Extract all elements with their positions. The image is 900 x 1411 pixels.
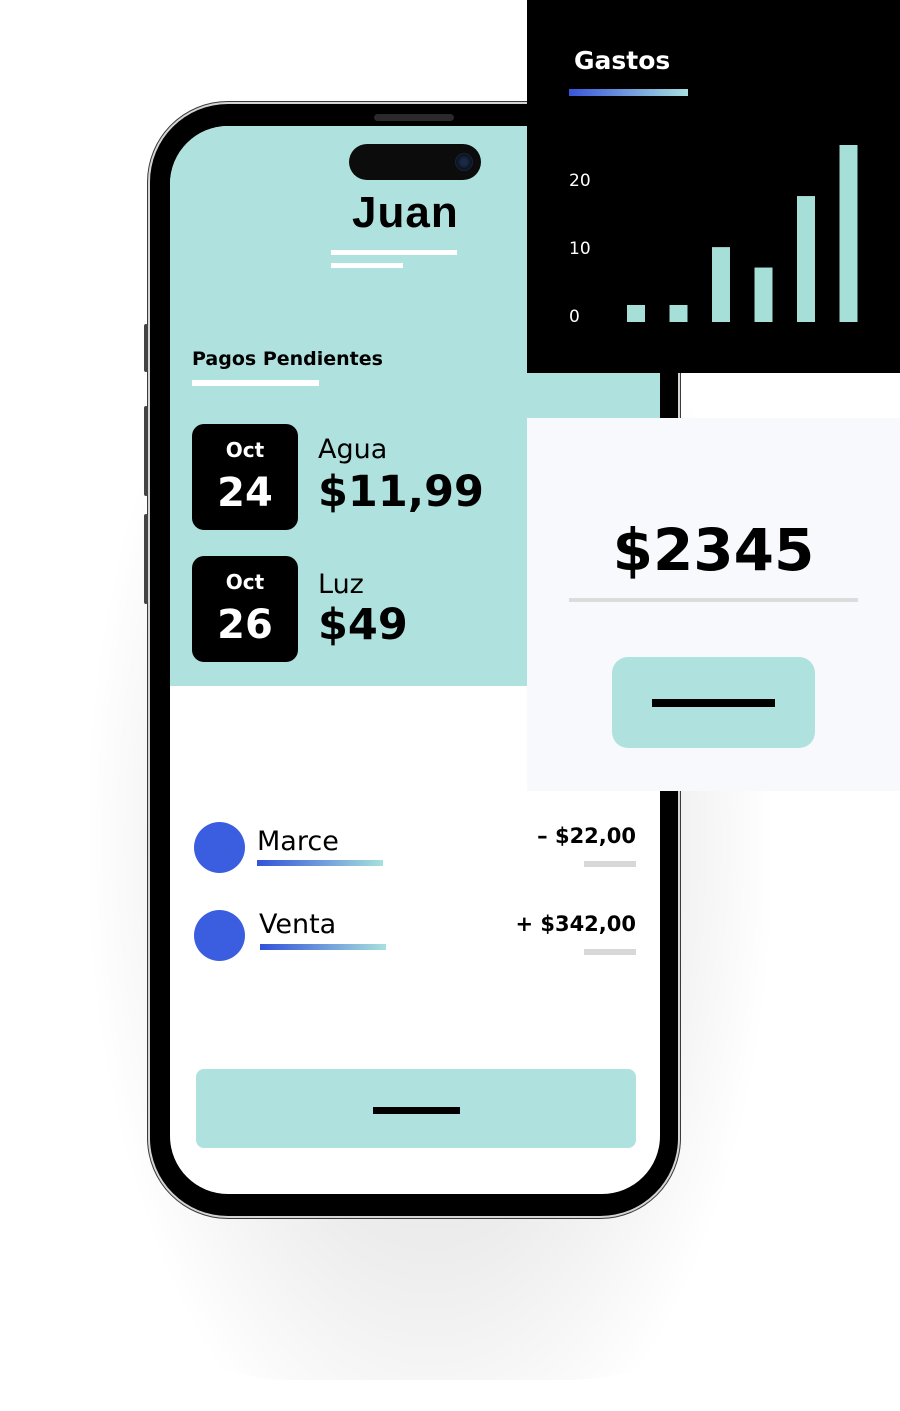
y-tick-label: 0 [569, 307, 580, 327]
name-underline-short [331, 263, 403, 268]
payment-amount: $49 [318, 600, 408, 650]
y-tick-label: 10 [569, 239, 591, 259]
chart-bar [627, 304, 645, 322]
chart-bar [712, 247, 730, 322]
transaction-meta-bar [584, 949, 636, 955]
section-underline [192, 380, 319, 386]
avatar[interactable] [194, 910, 245, 961]
chart-bar [754, 267, 773, 322]
payment-label: Luz [318, 569, 364, 600]
balance-card: $2345 [527, 418, 900, 791]
avatar[interactable] [194, 822, 245, 873]
volume-up-button [144, 406, 148, 496]
transaction-amount: – $22,00 [537, 824, 636, 848]
chart-bar [797, 196, 815, 322]
transaction-name: Venta [259, 909, 337, 940]
y-tick-label: 20 [569, 171, 591, 191]
chart-bar [839, 145, 858, 322]
transaction-underline [260, 944, 386, 950]
chart-bar [669, 304, 688, 322]
user-name: Juan [352, 188, 459, 237]
mute-switch [144, 324, 148, 372]
transaction-amount: + $342,00 [515, 912, 636, 936]
expenses-bar-chart: 0 10 20 [569, 145, 858, 327]
transaction-name: Marce [257, 826, 339, 857]
speaker-slot [374, 114, 454, 121]
payment-month: Oct [225, 438, 265, 462]
pending-payments-title: Pagos Pendientes [192, 348, 383, 370]
payment-amount: $11,99 [318, 467, 484, 517]
dynamic-island [349, 144, 481, 180]
balance-divider [569, 598, 858, 602]
button-label-placeholder [652, 699, 775, 707]
balance-action-button[interactable] [612, 657, 815, 748]
payment-date-badge: Oct 26 [192, 556, 298, 662]
name-underline [331, 250, 457, 255]
payment-day: 24 [217, 470, 273, 516]
payment-day: 26 [217, 602, 273, 648]
payment-date-badge: Oct 24 [192, 424, 298, 530]
payment-label: Agua [318, 434, 388, 465]
payment-month: Oct [225, 570, 265, 594]
transaction-meta-bar [584, 861, 636, 867]
transaction-underline [257, 860, 383, 866]
balance-amount: $2345 [612, 516, 815, 584]
camera-icon [456, 154, 472, 170]
volume-down-button [144, 514, 148, 604]
primary-action-button[interactable] [196, 1069, 636, 1148]
button-label-placeholder [373, 1107, 460, 1114]
expenses-chart-card: Gastos 0 10 20 [527, 0, 900, 373]
